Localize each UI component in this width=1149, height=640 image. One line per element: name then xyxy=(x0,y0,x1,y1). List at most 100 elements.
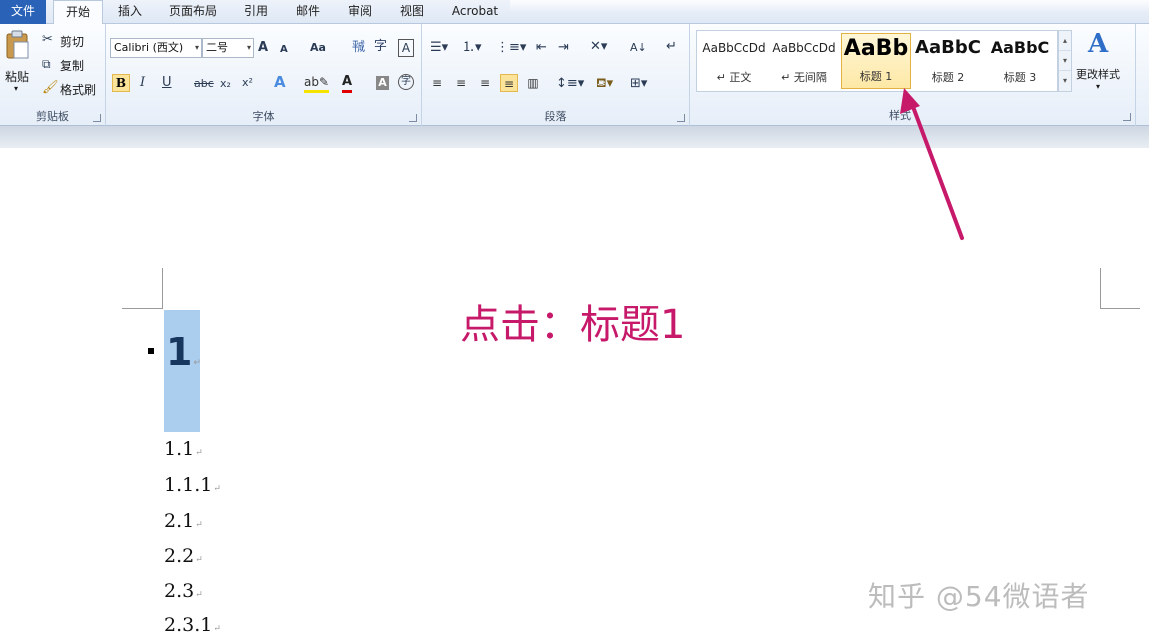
increase-indent-icon[interactable]: ⇥ xyxy=(558,40,569,56)
paragraph[interactable]: 1.1↵ xyxy=(164,438,203,460)
highlight-icon[interactable]: ab✎ xyxy=(304,74,330,93)
tab-file[interactable]: 文件 xyxy=(0,0,46,24)
paragraph[interactable]: 2.2↵ xyxy=(164,545,203,567)
return-mark-icon: ↵ xyxy=(195,555,203,565)
grow-font-icon[interactable]: A xyxy=(258,40,268,56)
style-name: 标题 1 xyxy=(859,70,893,83)
tab-view[interactable]: 视图 xyxy=(390,0,434,24)
show-marks-icon[interactable]: ↵ xyxy=(666,39,677,55)
font-color-icon[interactable]: A xyxy=(342,74,353,93)
decrease-indent-icon[interactable]: ⇤ xyxy=(536,40,547,56)
styles-launcher-icon[interactable] xyxy=(1123,113,1131,121)
style-normal[interactable]: AaBbCcDd ↵ 正文 xyxy=(699,33,769,89)
multilevel-list-icon[interactable]: ⋮≡▾ xyxy=(496,40,526,56)
paragraph[interactable]: 2.3↵ xyxy=(164,580,203,602)
ribbon: 粘贴 ▾ ✂ 剪切 ⧉ 复制 🖌 格式刷 剪贴板 Calibri (西文) ▾ xyxy=(0,24,1149,126)
style-heading-2[interactable]: AaBbC 标题 2 xyxy=(913,33,983,89)
shading-icon[interactable]: ⛾▾ xyxy=(596,76,613,92)
scroll-down-icon[interactable]: ▾ xyxy=(1059,51,1071,71)
paragraph[interactable]: 2.1↵ xyxy=(164,510,203,532)
strikethrough-button[interactable]: abc xyxy=(194,76,214,92)
tab-insert[interactable]: 插入 xyxy=(108,0,152,24)
paragraph-text: 2.3.1 xyxy=(164,614,213,636)
change-styles-label: 更改样式 xyxy=(1076,68,1120,81)
style-heading-1[interactable]: AaBb 标题 1 xyxy=(841,33,911,89)
font-launcher-icon[interactable] xyxy=(409,114,417,122)
crop-mark xyxy=(122,308,163,309)
tab-page-layout[interactable]: 页面布局 xyxy=(160,0,226,24)
borders-icon[interactable]: ⊞▾ xyxy=(630,76,647,92)
italic-button[interactable]: I xyxy=(140,75,145,91)
paragraph-group-label: 段落 xyxy=(544,110,567,123)
crop-mark xyxy=(1100,268,1101,308)
brush-icon: 🖌 xyxy=(42,80,59,95)
align-left-icon[interactable]: ≡ xyxy=(428,74,446,92)
crop-mark xyxy=(162,268,163,308)
sort-icon[interactable]: A↓ xyxy=(630,40,647,56)
paste-label: 粘贴 xyxy=(5,70,30,84)
scroll-up-icon[interactable]: ▴ xyxy=(1059,31,1071,51)
style-gallery: AaBbCcDd ↵ 正文 AaBbCcDd ↵ 无间隔 AaBb 标题 1 A… xyxy=(696,30,1058,92)
line-spacing-icon[interactable]: ↕≡▾ xyxy=(556,76,584,92)
justify-icon[interactable]: ≡ xyxy=(500,74,518,92)
paragraph[interactable]: 1.1.1↵ xyxy=(164,474,221,496)
font-size-select[interactable]: 二号 ▾ xyxy=(202,38,254,58)
bullets-icon[interactable]: ☰▾ xyxy=(430,40,448,56)
tab-bar-glow xyxy=(510,0,1149,12)
paste-button[interactable]: 粘贴 ▾ xyxy=(2,28,32,100)
styles-group-label: 样式 xyxy=(889,109,911,122)
style-preview: AaBbCcDd xyxy=(772,41,836,55)
clipboard-group: 粘贴 ▾ ✂ 剪切 ⧉ 复制 🖌 格式刷 剪贴板 xyxy=(0,24,106,126)
copy-button[interactable]: ⧉ 复制 xyxy=(42,56,102,74)
underline-button[interactable]: U xyxy=(162,75,172,91)
cut-button[interactable]: ✂ 剪切 xyxy=(42,32,102,50)
font-name-select[interactable]: Calibri (西文) ▾ xyxy=(110,38,202,58)
align-center-icon[interactable]: ≡ xyxy=(452,74,470,92)
style-heading-3[interactable]: AaBbC 标题 3 xyxy=(985,33,1055,89)
tab-references[interactable]: 引用 xyxy=(234,0,278,24)
heading-1-text[interactable]: 1↵ xyxy=(166,330,201,374)
change-styles-button[interactable]: A 更改样式 ▾ xyxy=(1074,28,1128,98)
style-no-spacing[interactable]: AaBbCcDd ↵ 无间隔 xyxy=(769,33,839,89)
paragraph-launcher-icon[interactable] xyxy=(677,114,685,122)
tab-review[interactable]: 审阅 xyxy=(338,0,382,24)
phonetic-guide-icon[interactable]: ㍻ xyxy=(352,40,365,56)
tab-acrobat[interactable]: Acrobat xyxy=(442,0,508,24)
shrink-font-icon[interactable]: A xyxy=(280,42,288,58)
superscript-button[interactable]: x² xyxy=(242,75,253,91)
numbering-icon[interactable]: ⒈▾ xyxy=(462,40,482,56)
change-case-icon[interactable]: Aa xyxy=(310,40,326,56)
clipboard-launcher-icon[interactable] xyxy=(93,114,101,122)
font-group-label: 字体 xyxy=(252,110,275,123)
enclose-character-icon[interactable]: 字 xyxy=(398,74,414,90)
text-effects-icon[interactable]: A xyxy=(274,74,286,90)
chevron-down-icon: ▾ xyxy=(194,43,199,52)
character-border-icon[interactable]: A xyxy=(398,39,414,57)
align-right-icon[interactable]: ≡ xyxy=(476,74,494,92)
bold-button[interactable]: B xyxy=(112,74,130,92)
subscript-button[interactable]: x₂ xyxy=(220,76,231,92)
heading-bullet-icon xyxy=(148,348,154,354)
text-direction-icon[interactable]: 字 xyxy=(374,39,387,55)
paragraph[interactable]: 2.3.1↵ xyxy=(164,614,221,636)
distributed-icon[interactable]: ▥ xyxy=(524,74,542,92)
ribbon-tab-bar: 文件 开始 插入 页面布局 引用 邮件 审阅 视图 Acrobat xyxy=(0,0,1149,25)
format-painter-button[interactable]: 🖌 格式刷 xyxy=(42,80,104,98)
more-styles-icon[interactable]: ▾ xyxy=(1059,71,1071,91)
return-mark-icon: ↵ xyxy=(195,448,203,458)
scissors-icon: ✂ xyxy=(42,32,53,47)
tab-mailings[interactable]: 邮件 xyxy=(286,0,330,24)
style-gallery-scroll[interactable]: ▴ ▾ ▾ xyxy=(1058,30,1072,92)
chevron-down-icon: ▾ xyxy=(1096,82,1101,91)
paragraph-text: 2.1 xyxy=(164,510,195,532)
copy-icon: ⧉ xyxy=(42,57,51,71)
character-shading-icon[interactable]: A xyxy=(376,76,389,90)
style-preview: AaBbCcDd xyxy=(702,41,766,55)
style-name: ↵ 无间隔 xyxy=(781,71,827,84)
font-size-value: 二号 xyxy=(206,41,228,54)
chinese-layout-icon[interactable]: ✕▾ xyxy=(590,39,607,55)
style-name: ↵ 正文 xyxy=(716,71,752,84)
return-mark-icon: ↵ xyxy=(193,358,201,368)
document-top-shadow xyxy=(0,126,1149,148)
tab-home[interactable]: 开始 xyxy=(53,0,103,25)
